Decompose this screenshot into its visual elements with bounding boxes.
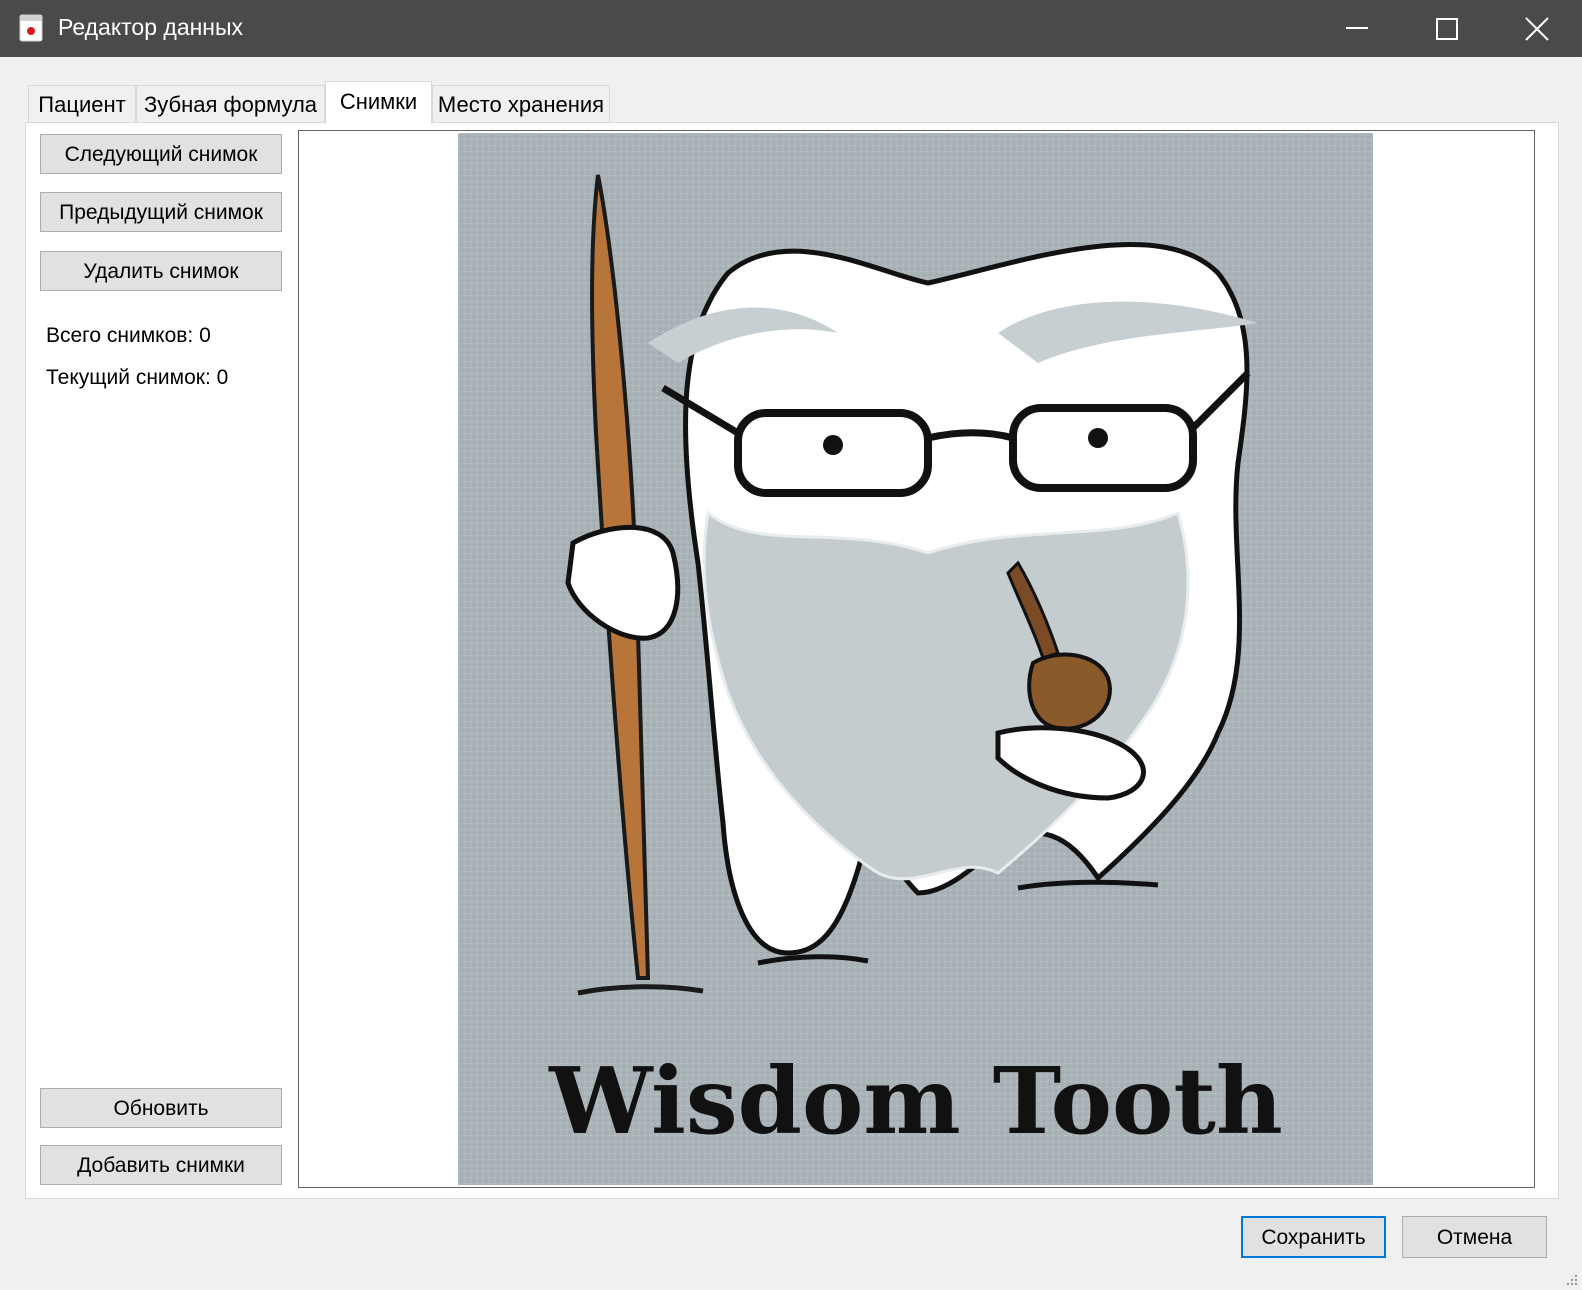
- save-button[interactable]: Сохранить: [1241, 1216, 1386, 1258]
- resize-grip-icon[interactable]: [1564, 1272, 1578, 1286]
- previous-image-button[interactable]: Предыдущий снимок: [40, 192, 282, 232]
- delete-image-button[interactable]: Удалить снимок: [40, 251, 282, 291]
- window-title: Редактор данных: [58, 14, 244, 40]
- minimize-icon: [1346, 27, 1368, 29]
- app-icon: [19, 14, 43, 42]
- close-icon: [1525, 17, 1549, 41]
- close-button[interactable]: [1492, 0, 1582, 57]
- tab-images[interactable]: Снимки: [325, 81, 432, 124]
- title-bar: Редактор данных: [0, 0, 1582, 57]
- image-viewer: Wisdom Tooth: [298, 130, 1535, 1188]
- image-caption: Wisdom Tooth: [548, 1047, 1283, 1155]
- total-images-label: Всего снимков: 0: [46, 324, 211, 347]
- tab-dental-formula[interactable]: Зубная формула: [136, 85, 325, 123]
- maximize-button[interactable]: [1402, 0, 1492, 57]
- cancel-button[interactable]: Отмена: [1402, 1216, 1547, 1258]
- wisdom-tooth-image: Wisdom Tooth: [458, 133, 1373, 1185]
- add-images-button[interactable]: Добавить снимки: [40, 1145, 282, 1185]
- tab-storage[interactable]: Место хранения: [432, 85, 610, 123]
- tab-patient[interactable]: Пациент: [28, 85, 136, 123]
- editor-window: Редактор данных Пациент Зубная формула С…: [0, 0, 1582, 1290]
- minimize-button[interactable]: [1312, 0, 1402, 57]
- current-image-label: Текущий снимок: 0: [46, 366, 229, 389]
- refresh-button[interactable]: Обновить: [40, 1088, 282, 1128]
- maximize-icon: [1436, 18, 1458, 40]
- next-image-button[interactable]: Следующий снимок: [40, 134, 282, 174]
